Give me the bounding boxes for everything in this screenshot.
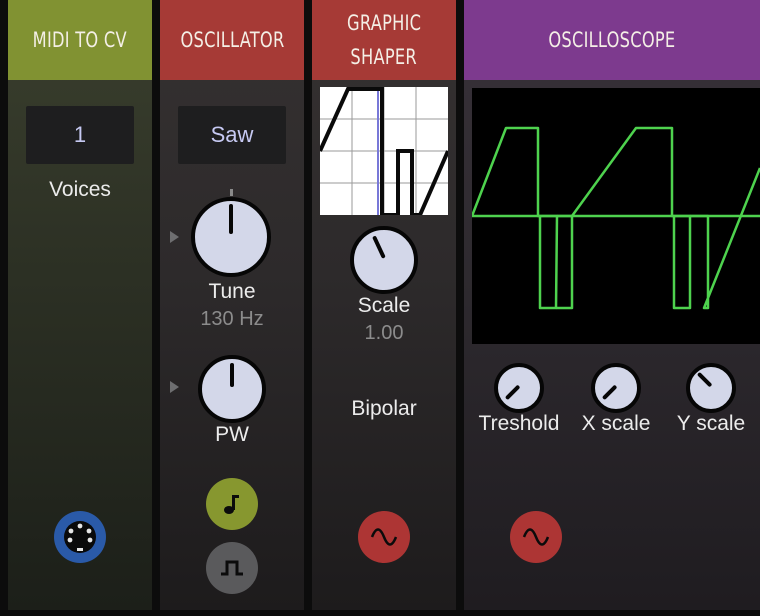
shaper-title-line1: GRAPHIC bbox=[346, 11, 422, 35]
midi-to-cv-module: MIDI TO CV 1 Voices bbox=[8, 0, 152, 610]
tune-modulation-arrow[interactable] bbox=[170, 231, 179, 243]
threshold-knob[interactable] bbox=[494, 363, 544, 413]
midi-module-title: MIDI TO CV bbox=[32, 28, 128, 52]
midi-module-header: MIDI TO CV bbox=[8, 0, 152, 80]
tune-knob-tick bbox=[230, 189, 233, 196]
pw-knob[interactable] bbox=[198, 355, 266, 423]
pulse-wave-icon bbox=[221, 560, 243, 576]
pulse-output-port[interactable] bbox=[206, 542, 258, 594]
scale-label: Scale bbox=[357, 294, 411, 317]
scope-display bbox=[472, 88, 760, 344]
y-scale-knob[interactable] bbox=[686, 363, 736, 413]
note-input-port[interactable] bbox=[206, 478, 258, 530]
oscilloscope-module: OSCILLOSCOPE Treshold X scale Y scale bbox=[464, 0, 760, 610]
note-icon bbox=[224, 495, 239, 514]
sine-wave-icon bbox=[370, 528, 398, 546]
threshold-label: Treshold bbox=[478, 412, 560, 435]
scope-input-port[interactable] bbox=[510, 511, 562, 563]
bipolar-toggle[interactable]: Bipolar bbox=[312, 397, 456, 421]
x-scale-knob[interactable] bbox=[591, 363, 641, 413]
oscillator-module-header: OSCILLATOR bbox=[160, 0, 304, 80]
oscillator-module: OSCILLATOR Saw Tune 130 Hz PW bbox=[160, 0, 304, 610]
tune-label: Tune bbox=[208, 280, 256, 303]
midi-din-icon bbox=[64, 521, 96, 553]
y-scale-label: Y scale bbox=[676, 412, 746, 435]
tune-knob[interactable] bbox=[191, 197, 271, 277]
voices-value: 1 bbox=[73, 122, 87, 147]
pw-label: PW bbox=[215, 423, 249, 446]
voices-value-box[interactable]: 1 bbox=[26, 106, 134, 164]
x-scale-label: X scale bbox=[581, 412, 651, 435]
waveform-select-box[interactable]: Saw bbox=[178, 106, 286, 164]
shaper-title-line2: SHAPER bbox=[350, 45, 418, 69]
midi-input-port[interactable] bbox=[54, 511, 106, 563]
oscillator-module-title: OSCILLATOR bbox=[179, 28, 285, 52]
scope-module-title: OSCILLOSCOPE bbox=[548, 28, 676, 52]
shaper-output-port[interactable] bbox=[358, 511, 410, 563]
pw-modulation-arrow[interactable] bbox=[170, 381, 179, 393]
voices-label: Voices bbox=[49, 178, 111, 201]
scale-knob[interactable] bbox=[350, 226, 418, 294]
waveform-value: Saw bbox=[210, 122, 254, 147]
shaper-curve-display[interactable] bbox=[320, 87, 448, 215]
tune-value: 130 Hz bbox=[200, 308, 264, 330]
sine-wave-icon bbox=[522, 528, 550, 546]
shaper-module-header: GRAPHIC SHAPER bbox=[312, 0, 456, 80]
graphic-shaper-module: GRAPHIC SHAPER Scale 1.00 Bipolar bbox=[312, 0, 456, 610]
scale-value: 1.00 bbox=[364, 322, 404, 344]
scope-module-header: OSCILLOSCOPE bbox=[464, 0, 760, 80]
